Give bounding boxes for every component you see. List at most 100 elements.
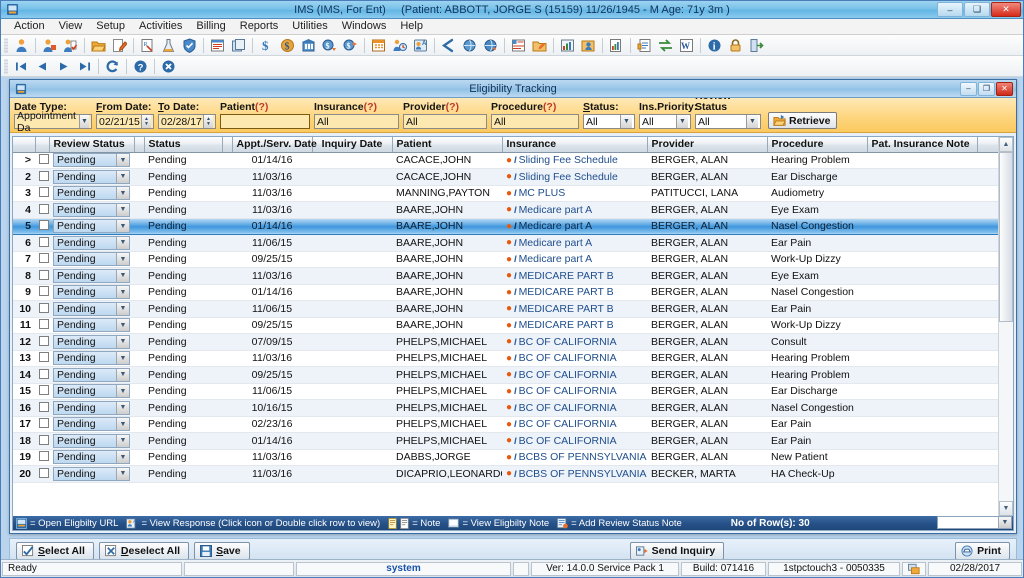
- table-row[interactable]: 18 Pending ▼ Pending 01/14/16 PHELPS,MICHAEL ●…: [13, 432, 998, 450]
- review-status-select[interactable]: Pending ▼: [53, 400, 130, 415]
- shield-icon[interactable]: [180, 36, 199, 54]
- row-select-checkbox[interactable]: [39, 335, 49, 346]
- review-status-filter-select[interactable]: All ▼: [695, 114, 761, 129]
- eligibility-close-button[interactable]: ✕: [996, 81, 1013, 96]
- table-row[interactable]: 10 Pending ▼ Pending 11/06/15 BAARE,JOHN ● I MED…: [13, 300, 998, 318]
- row-select-checkbox[interactable]: [39, 203, 49, 214]
- chevron-down-icon[interactable]: ▼: [116, 385, 129, 398]
- lock-icon[interactable]: [726, 36, 745, 54]
- menu-item-reports[interactable]: Reports: [233, 19, 286, 34]
- row-select-checkbox[interactable]: [39, 385, 49, 396]
- previous-record-icon[interactable]: [33, 57, 52, 75]
- status-connection-icon[interactable]: [902, 561, 926, 576]
- exchange-icon[interactable]: [656, 36, 675, 54]
- folder-edit-icon[interactable]: [530, 36, 549, 54]
- review-status-select[interactable]: Pending ▼: [53, 285, 130, 300]
- review-status-select[interactable]: Pending ▼: [53, 318, 130, 333]
- toolbar-grip[interactable]: [4, 58, 8, 74]
- col-header-review-status[interactable]: Review Status: [49, 137, 135, 153]
- review-status-select[interactable]: Pending ▼: [53, 186, 130, 201]
- col-header-procedure[interactable]: Procedure: [767, 137, 868, 153]
- chevron-down-icon[interactable]: ▼: [116, 451, 129, 464]
- eligibility-minimize-button[interactable]: –: [960, 81, 977, 96]
- row-select-checkbox[interactable]: [39, 269, 49, 280]
- spinner-icon[interactable]: ▲ ▼: [141, 115, 151, 128]
- chevron-down-icon[interactable]: ▼: [116, 220, 129, 233]
- menu-item-setup[interactable]: Setup: [89, 19, 132, 34]
- table-row[interactable]: 5 Pending ▼ Pending 01/14/16 BAARE,JOHN ● I Medi…: [13, 218, 998, 235]
- review-status-select[interactable]: Pending ▼: [53, 351, 130, 366]
- insurance-link[interactable]: MEDICARE PART B: [519, 286, 614, 298]
- review-status-select[interactable]: Pending ▼: [53, 417, 130, 432]
- dollar-icon[interactable]: $: [257, 36, 276, 54]
- help-info-icon[interactable]: i: [705, 36, 724, 54]
- insurance-link[interactable]: BCBS OF PENNSYLVANIA: [519, 468, 647, 480]
- table-row[interactable]: 15 Pending ▼ Pending 11/06/15 PHELPS,MICHAEL ●…: [13, 383, 998, 400]
- last-record-icon[interactable]: [75, 57, 94, 75]
- col-header-last[interactable]: [977, 137, 998, 153]
- back-arrow-icon[interactable]: [439, 36, 458, 54]
- provider-filter-input[interactable]: All: [403, 114, 487, 129]
- pages-icon[interactable]: [229, 36, 248, 54]
- view-response-icon[interactable]: A: [126, 517, 138, 529]
- row-select-checkbox[interactable]: [39, 170, 49, 181]
- insurance-link[interactable]: BC OF CALIFORNIA: [519, 418, 617, 430]
- globe-refresh-icon[interactable]: [460, 36, 479, 54]
- table-row[interactable]: 6 Pending ▼ Pending 11/06/15 BAARE,JOHN ● I Medi…: [13, 234, 998, 252]
- review-status-select[interactable]: Pending ▼: [53, 367, 130, 382]
- chevron-down-icon[interactable]: ▼: [116, 434, 129, 447]
- chevron-down-icon[interactable]: ▼: [676, 115, 688, 128]
- insurance-link[interactable]: MC PLUS: [519, 187, 566, 199]
- chevron-down-icon[interactable]: ▼: [116, 401, 129, 414]
- date-type-select[interactable]: Appointment Da ▼: [14, 110, 92, 134]
- menu-item-utilities[interactable]: Utilities: [285, 19, 334, 34]
- chevron-down-icon[interactable]: ▼: [116, 269, 129, 282]
- scroll-thumb[interactable]: [999, 152, 1013, 322]
- menu-item-activities[interactable]: Activities: [132, 19, 189, 34]
- chevron-down-icon[interactable]: ▼: [116, 187, 129, 200]
- table-row[interactable]: 20 Pending ▼ Pending 11/03/16 DICAPRIO,LEONAR…: [13, 465, 998, 483]
- insurance-filter-input[interactable]: All: [314, 114, 399, 129]
- open-url-icon[interactable]: [16, 517, 27, 529]
- retrieve-button[interactable]: Retrieve: [768, 112, 838, 129]
- row-select-checkbox[interactable]: [39, 368, 49, 379]
- scroll-up-button[interactable]: ▲: [999, 137, 1013, 152]
- chevron-down-icon[interactable]: ▼: [116, 170, 129, 183]
- deselect-all-button[interactable]: Deselect All: [98, 542, 190, 560]
- menu-item-action[interactable]: Action: [7, 19, 52, 34]
- chevron-down-icon[interactable]: ▼: [116, 335, 129, 348]
- note-icon-white[interactable]: [400, 517, 409, 529]
- eligibility-restore-button[interactable]: ❐: [978, 81, 995, 96]
- col-header-spacer1[interactable]: [134, 137, 145, 153]
- row-select-checkbox[interactable]: [39, 319, 49, 330]
- print-button[interactable]: Print: [955, 542, 1010, 560]
- table-row[interactable]: 9 Pending ▼ Pending 01/14/16 BAARE,JOHN ● I MEDI…: [13, 284, 998, 301]
- review-status-select[interactable]: Pending ▼: [53, 202, 130, 217]
- col-header-insurance[interactable]: Insurance: [502, 137, 648, 153]
- scroll-down-button[interactable]: ▼: [999, 501, 1013, 516]
- note-icon-yellow[interactable]: [388, 517, 397, 529]
- letter-icon[interactable]: [509, 36, 528, 54]
- chevron-down-icon[interactable]: ▼: [78, 115, 89, 128]
- row-select-checkbox[interactable]: [39, 467, 49, 478]
- insurance-link[interactable]: BC OF CALIFORNIA: [519, 336, 617, 348]
- table-row[interactable]: 4 Pending ▼ Pending 11/03/16 BAARE,JOHN ● I Medi…: [13, 201, 998, 219]
- scroll-track[interactable]: [999, 152, 1013, 501]
- row-select-checkbox[interactable]: [39, 253, 49, 264]
- table-row[interactable]: > Pending ▼ Pending 01/14/16 CACACE,JOHN ● I Sli…: [13, 152, 998, 169]
- payment-icon[interactable]: $: [278, 36, 297, 54]
- col-header-status[interactable]: Status: [144, 137, 223, 153]
- chevron-down-icon[interactable]: ▼: [998, 517, 1011, 528]
- review-status-select[interactable]: Pending ▼: [53, 169, 130, 184]
- to-date-input[interactable]: 02/28/17 ▲ ▼: [158, 114, 216, 129]
- send-inquiry-button[interactable]: Send Inquiry: [629, 542, 725, 560]
- insurance-link[interactable]: BC OF CALIFORNIA: [519, 369, 617, 381]
- bar-chart-icon[interactable]: [558, 36, 577, 54]
- col-header-patient[interactable]: Patient: [392, 137, 503, 153]
- table-row[interactable]: 2 Pending ▼ Pending 11/03/16 CACACE,JOHN ● I Sli…: [13, 168, 998, 186]
- table-row[interactable]: 12 Pending ▼ Pending 07/09/15 PHELPS,MICHAEL ●…: [13, 333, 998, 351]
- table-row[interactable]: 17 Pending ▼ Pending 02/23/16 PHELPS,MICHAEL ●…: [13, 416, 998, 433]
- insurance-link[interactable]: Medicare part A: [519, 204, 593, 216]
- status-filter-select[interactable]: All ▼: [583, 114, 635, 129]
- chevron-down-icon[interactable]: ▼: [116, 203, 129, 216]
